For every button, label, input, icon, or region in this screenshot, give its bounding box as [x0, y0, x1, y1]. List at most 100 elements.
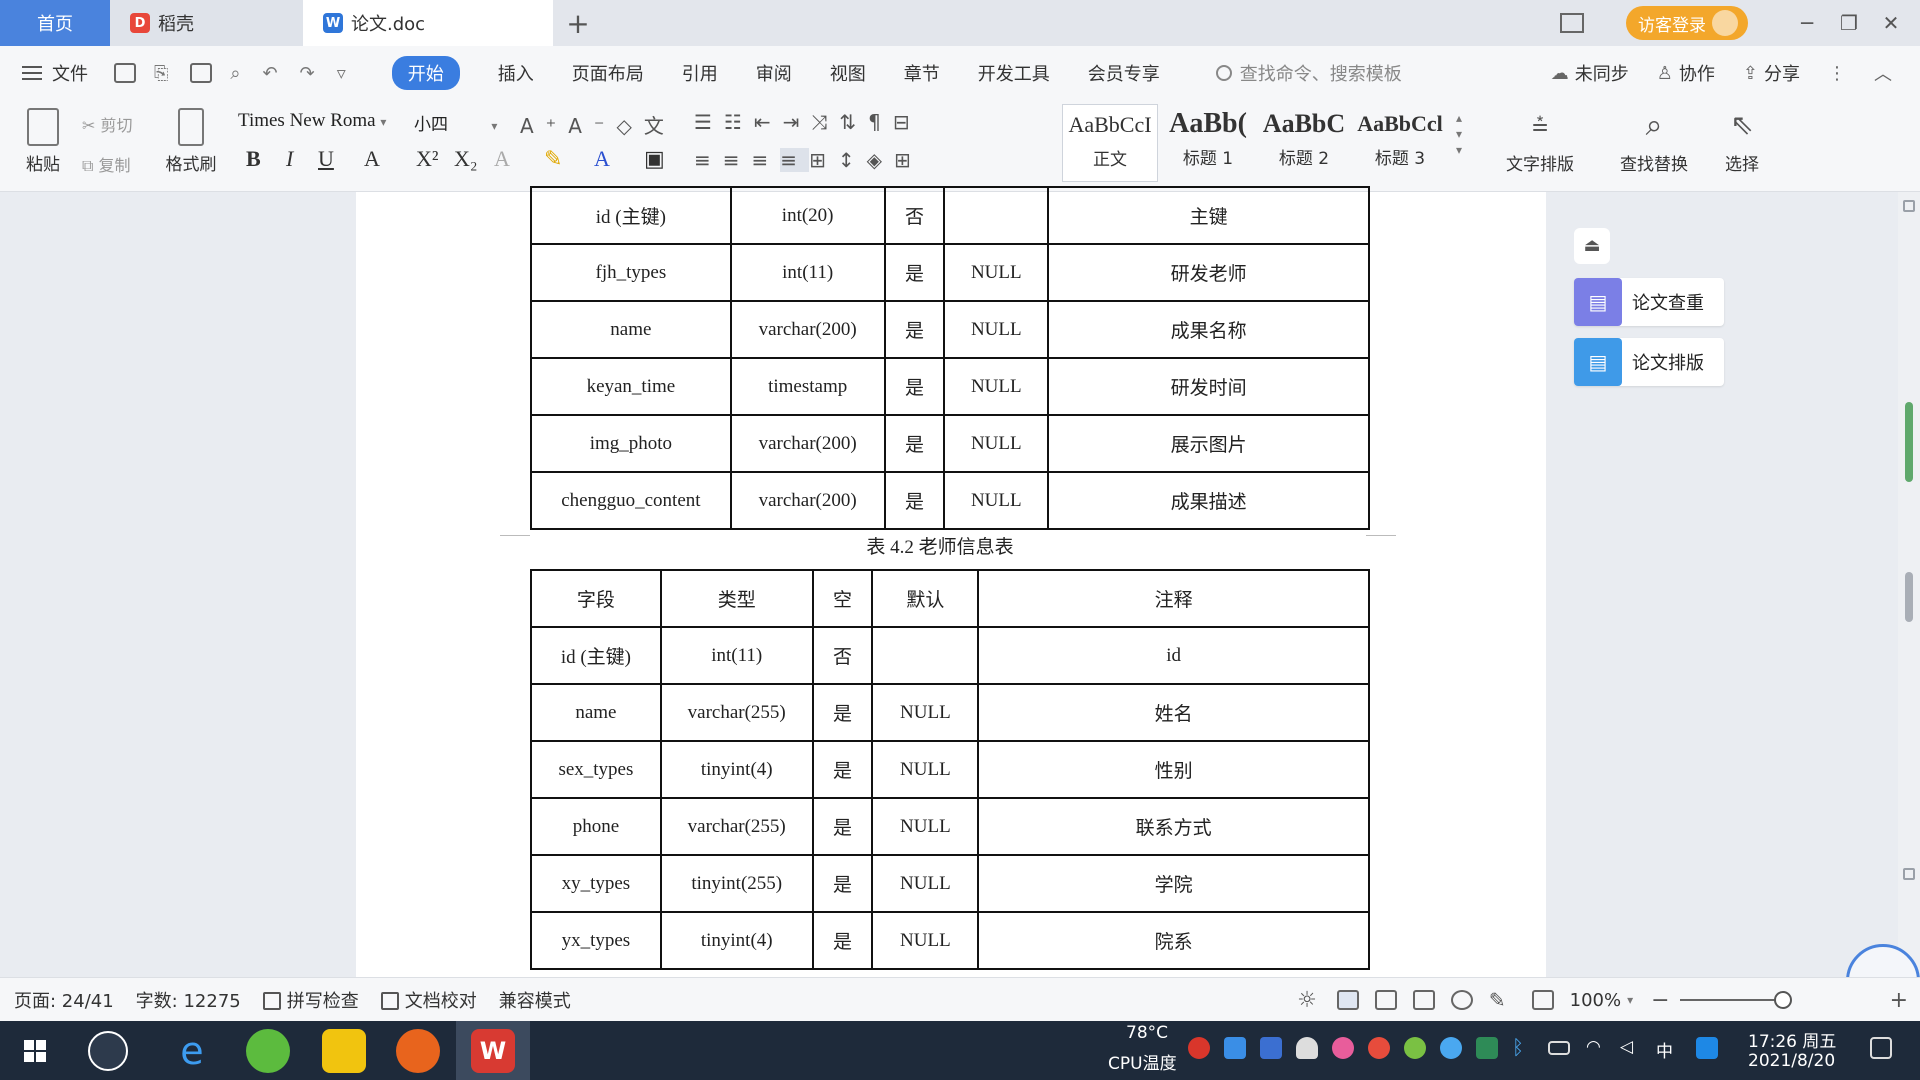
export-icon[interactable]: ⎘: [154, 63, 168, 84]
zoom-level[interactable]: 100%: [1570, 990, 1621, 1011]
zoom-out-icon[interactable]: −: [1651, 988, 1669, 1013]
tab-layout-icon[interactable]: [1560, 13, 1584, 33]
shield-icon[interactable]: [1260, 1037, 1282, 1059]
file-menu[interactable]: 文件: [22, 60, 88, 86]
tab-home[interactable]: 首页: [0, 0, 110, 46]
nvidia-icon[interactable]: [1476, 1037, 1498, 1059]
cut-button[interactable]: ✂ 剪切: [82, 112, 133, 136]
text-layout-button[interactable]: ⩮ 文字排版: [1494, 108, 1586, 175]
zoom-slider-knob[interactable]: [1773, 991, 1792, 1009]
share-button[interactable]: ⇪ 分享: [1743, 60, 1800, 86]
menu-page-layout[interactable]: 页面布局: [572, 60, 644, 86]
new-tab-button[interactable]: +: [553, 0, 603, 46]
menu-references[interactable]: 引用: [682, 60, 718, 86]
tray-network-tool-icon[interactable]: [1224, 1037, 1246, 1059]
text-effect-button[interactable]: A: [494, 146, 510, 172]
notification-bell-icon[interactable]: [1296, 1037, 1318, 1059]
zoom-slider[interactable]: [1679, 991, 1792, 1009]
doc-proofread-button[interactable]: 文档校对: [380, 987, 477, 1013]
highlight-button[interactable]: ✎: [544, 146, 562, 172]
menu-review[interactable]: 审阅: [756, 60, 792, 86]
close-button[interactable]: ✕: [1870, 11, 1912, 35]
tab-stop-icon[interactable]: ⊟: [893, 110, 922, 134]
minimize-button[interactable]: ─: [1786, 11, 1828, 35]
clock-date[interactable]: 2021/8/20: [1748, 1051, 1835, 1071]
grow-font-icon[interactable]: A⁺: [520, 114, 568, 138]
word-count[interactable]: 字数: 12275: [136, 987, 241, 1013]
menu-chapter[interactable]: 章节: [904, 60, 940, 86]
visitor-login-button[interactable]: 访客登录: [1626, 6, 1748, 40]
ime-indicator[interactable]: 中: [1656, 1037, 1673, 1062]
font-size-select[interactable]: 小四 ▾: [414, 110, 510, 138]
menu-view[interactable]: 视图: [830, 60, 866, 86]
tab-daoke[interactable]: D 稻壳: [110, 0, 303, 46]
tab-document[interactable]: W 论文.doc: [303, 0, 553, 46]
menu-start[interactable]: 开始: [391, 56, 460, 90]
scroll-up-icon[interactable]: [1903, 200, 1915, 212]
fit-page-icon[interactable]: [1531, 990, 1554, 1010]
style-heading-3[interactable]: AaBbCcl 标题 3: [1352, 104, 1448, 182]
battery-icon[interactable]: [1548, 1041, 1570, 1055]
bluetooth-icon[interactable]: ᛒ: [1512, 1035, 1534, 1059]
styles-scroll-icon[interactable]: ▴ ▾ ▾: [1456, 110, 1462, 158]
tray-app-red-icon[interactable]: [1368, 1037, 1390, 1059]
sort-icon[interactable]: ⇅: [839, 110, 868, 134]
underline-button[interactable]: U: [318, 146, 334, 172]
page-indicator[interactable]: 页面: 24/41: [14, 987, 114, 1013]
collapse-ribbon-icon[interactable]: ︿: [1874, 60, 1892, 86]
justify-icon[interactable]: ≡: [780, 148, 810, 172]
distribute-icon[interactable]: ⊞: [809, 148, 838, 172]
save-icon[interactable]: [114, 63, 136, 83]
windows-start-icon[interactable]: [24, 1040, 46, 1062]
reading-view-icon[interactable]: [1412, 990, 1435, 1010]
subscript-button[interactable]: X₂: [454, 146, 478, 172]
paragraph-mark-icon[interactable]: ¶: [868, 110, 893, 134]
restore-button[interactable]: ❐: [1828, 11, 1870, 35]
scrollbar-thumb[interactable]: [1905, 402, 1913, 482]
vertical-scrollbar[interactable]: [1898, 192, 1920, 977]
panel-collapse-icon[interactable]: ⏏: [1574, 228, 1610, 264]
italic-button[interactable]: I: [286, 146, 293, 172]
copy-button[interactable]: ⧉ 复制: [82, 152, 131, 176]
format-painter-button[interactable]: 格式刷: [160, 108, 222, 175]
volume-icon[interactable]: ◁: [1620, 1037, 1633, 1057]
font-color-button[interactable]: A: [594, 146, 610, 172]
numbered-list-icon[interactable]: ☷: [724, 110, 754, 134]
internet-explorer-icon[interactable]: e: [170, 1029, 214, 1073]
superscript-button[interactable]: X²: [416, 146, 438, 172]
select-button[interactable]: ⇖ 选择: [1712, 108, 1772, 175]
phonetic-icon[interactable]: 文: [644, 114, 676, 138]
align-right-icon[interactable]: ≡: [752, 148, 781, 172]
app-orange-icon[interactable]: [396, 1029, 440, 1073]
thesis-layout-button[interactable]: ▤ 论文排版: [1574, 338, 1724, 386]
shading-icon[interactable]: ◈: [867, 148, 894, 172]
tray-q-icon[interactable]: [1696, 1037, 1718, 1059]
eye-protection-icon[interactable]: ☼: [1297, 988, 1317, 1013]
clock-time[interactable]: 17:26 周五: [1748, 1027, 1836, 1052]
outline-view-icon[interactable]: [1374, 990, 1397, 1010]
tray-app-icon[interactable]: [1188, 1037, 1210, 1059]
collab-button[interactable]: ♙ 协作: [1657, 60, 1715, 86]
tray-app-green-icon[interactable]: [1404, 1037, 1426, 1059]
style-normal[interactable]: AaBbCcI 正文: [1062, 104, 1158, 182]
sync-status[interactable]: ☁ 未同步: [1551, 60, 1629, 86]
tray-app-blue-icon[interactable]: [1440, 1037, 1462, 1059]
clear-format-icon[interactable]: ◇: [617, 114, 644, 138]
style-heading-2[interactable]: AaBbC 标题 2: [1256, 104, 1352, 182]
borders-icon[interactable]: ⊞: [894, 148, 923, 172]
action-center-icon[interactable]: [1870, 1037, 1892, 1059]
bullet-list-icon[interactable]: ☰: [694, 110, 724, 134]
pen-icon[interactable]: ✎: [1489, 988, 1506, 1012]
tray-app-pink-icon[interactable]: [1332, 1037, 1354, 1059]
align-left-icon[interactable]: ≡: [694, 148, 723, 172]
command-search[interactable]: 查找命令、搜索模板: [1215, 60, 1402, 86]
app-swirl-icon[interactable]: [88, 1031, 128, 1071]
file-explorer-icon[interactable]: [322, 1029, 366, 1073]
char-border-button[interactable]: ▣: [644, 146, 665, 172]
web-view-icon[interactable]: [1450, 990, 1473, 1010]
scroll-down-icon[interactable]: [1903, 868, 1915, 880]
font-name-select[interactable]: Times New Roma ▾: [238, 110, 408, 138]
print-icon[interactable]: [190, 63, 213, 83]
wps-writer-icon[interactable]: W: [471, 1029, 515, 1073]
style-heading-1[interactable]: AaBb( 标题 1: [1160, 104, 1256, 182]
